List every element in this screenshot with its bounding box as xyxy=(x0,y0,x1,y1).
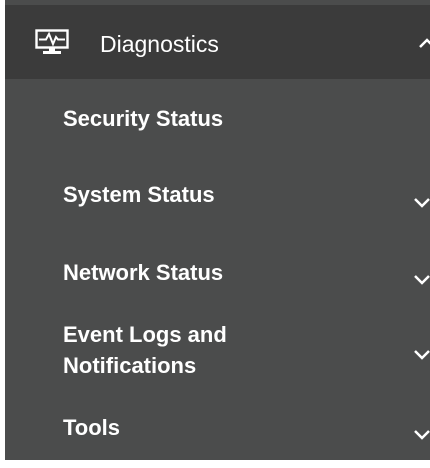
chevron-down-icon[interactable] xyxy=(413,190,430,208)
menu-item-label-line-1: Event Logs and xyxy=(63,322,227,347)
chevron-down-icon[interactable] xyxy=(413,342,430,360)
menu-item-label-line-2: Notifications xyxy=(63,353,197,378)
menu-item-security-status[interactable]: Security Status xyxy=(5,93,430,145)
menu-item-network-status[interactable]: Network Status xyxy=(5,247,430,299)
menu-item-label: Network Status xyxy=(63,260,224,285)
chevron-up-icon[interactable] xyxy=(418,36,430,50)
monitor-heartbeat-icon xyxy=(35,29,69,55)
menu-item-label: Tools xyxy=(63,415,121,440)
menu-item-label: Security Status xyxy=(63,106,224,131)
menu-header-diagnostics[interactable]: Diagnostics xyxy=(5,5,430,79)
chevron-down-icon[interactable] xyxy=(413,422,430,440)
menu-header-label: Diagnostics xyxy=(100,31,219,57)
menu-item-system-status[interactable]: System Status xyxy=(5,169,430,221)
menu-item-tools[interactable]: Tools xyxy=(5,401,430,453)
diagnostics-menu: Diagnostics Security Status System Statu… xyxy=(0,0,430,468)
chevron-down-icon[interactable] xyxy=(413,267,430,285)
menu-item-label: System Status xyxy=(63,182,215,207)
menu-item-event-logs-notifications[interactable]: Event Logs and Notifications xyxy=(5,315,430,391)
